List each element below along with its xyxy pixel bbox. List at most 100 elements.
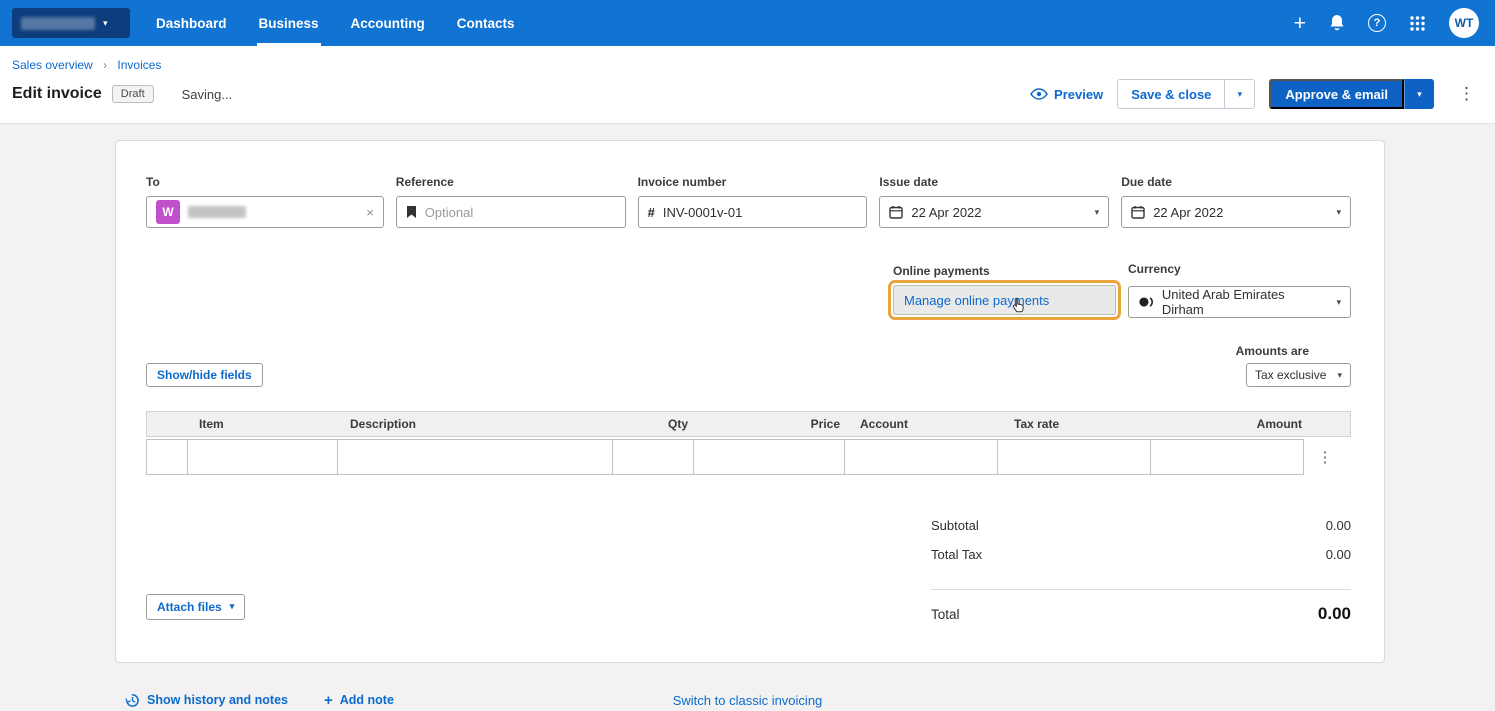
breadcrumb: Sales overview › Invoices	[12, 58, 1479, 72]
calendar-icon	[1131, 206, 1145, 219]
avatar[interactable]: WT	[1449, 8, 1479, 38]
notifications-bell-icon[interactable]	[1329, 14, 1345, 32]
chevron-down-icon: ▾	[1417, 88, 1422, 99]
column-header-qty: Qty	[667, 417, 688, 431]
row-tax-rate-input[interactable]	[997, 439, 1151, 475]
attach-files-button[interactable]: Attach files ▾	[146, 593, 246, 620]
column-header-price: Price	[810, 417, 840, 431]
chevron-down-icon[interactable]: ▾	[1336, 207, 1341, 218]
row-account-input[interactable]	[844, 439, 998, 475]
remove-contact-icon[interactable]: ×	[366, 205, 374, 220]
row-amount-input[interactable]	[1150, 439, 1304, 475]
tax-mode-select[interactable]: Tax exclusive ▾	[1246, 363, 1351, 387]
top-navigation: ▾ Dashboard Business Accounting Contacts…	[0, 0, 1495, 46]
page-title: Edit invoice	[12, 85, 102, 102]
save-close-dropdown-button[interactable]: ▾	[1225, 79, 1256, 109]
nav-contacts[interactable]: Contacts	[455, 0, 517, 46]
chevron-down-icon[interactable]: ▾	[1336, 297, 1341, 308]
row-item-input[interactable]	[187, 439, 338, 475]
approve-email-dropdown-button[interactable]: ▾	[1404, 79, 1434, 109]
row-qty-input[interactable]	[612, 439, 694, 475]
currency-coin-icon	[1139, 297, 1153, 307]
add-note-link[interactable]: + Add note	[324, 692, 394, 709]
create-new-icon[interactable]: +	[1294, 13, 1306, 34]
to-field-group: To W ×	[146, 175, 384, 228]
approve-email-button[interactable]: Approve & email	[1269, 79, 1404, 109]
issue-date-label: Issue date	[879, 175, 939, 189]
row-drag-handle-cell[interactable]	[146, 439, 188, 475]
chevron-down-icon: ▾	[229, 601, 235, 611]
due-date-value: 22 Apr 2022	[1153, 204, 1224, 220]
due-date-label: Due date	[1121, 175, 1172, 189]
invoice-form-card: To W × Reference Optional Invoice number	[115, 140, 1385, 663]
save-close-split-button: Save & close ▾	[1117, 79, 1256, 109]
invoice-edit-content: To W × Reference Optional Invoice number	[0, 124, 1495, 711]
save-close-button[interactable]: Save & close	[1117, 79, 1226, 109]
currency-select[interactable]: United Arab Emirates Dirham ▾	[1128, 286, 1351, 318]
online-payments-label: Online payments	[893, 264, 990, 278]
breadcrumb-separator: ›	[103, 58, 108, 72]
subtotal-label: Subtotal	[931, 518, 979, 533]
reference-input[interactable]: Optional	[395, 196, 626, 228]
total-label: Total	[931, 606, 960, 622]
status-badge: Draft	[111, 85, 154, 103]
help-icon[interactable]: ?	[1368, 14, 1386, 32]
page-header: Sales overview › Invoices Edit invoice D…	[0, 46, 1495, 124]
total-value: 0.00	[1317, 604, 1351, 623]
contact-input[interactable]: W ×	[146, 196, 384, 228]
add-note-label: Add note	[339, 693, 394, 707]
column-header-tax-rate: Tax rate	[1014, 417, 1060, 431]
line-items-table: Item Description Qty Price Account Tax r…	[146, 411, 1351, 475]
show-history-label: Show history and notes	[147, 693, 288, 707]
invoice-number-label: Invoice number	[637, 175, 727, 189]
manage-online-payments-label: Manage online payments	[904, 292, 1050, 308]
chevron-down-icon[interactable]: ▾	[1095, 207, 1100, 218]
calendar-icon	[889, 206, 904, 219]
bookmark-icon	[406, 206, 416, 218]
tax-mode-value: Tax exclusive	[1255, 368, 1327, 382]
switch-classic-invoicing-link[interactable]: Switch to classic invoicing	[673, 693, 823, 708]
question-glyph: ?	[1373, 17, 1381, 29]
contact-name-redacted	[188, 206, 246, 218]
nav-utilities: + ? WT	[1294, 8, 1479, 38]
total-tax-label: Total Tax	[931, 547, 983, 562]
breadcrumb-sales-overview[interactable]: Sales overview	[12, 58, 93, 72]
row-spacer	[146, 262, 881, 320]
totals-summary: Subtotal 0.00 Total Tax 0.00	[931, 511, 1351, 569]
row-options-kebab-icon[interactable]: ⋮	[1304, 439, 1346, 475]
due-date-input[interactable]: 22 Apr 2022 ▾	[1121, 196, 1351, 228]
reference-label: Reference	[395, 175, 454, 189]
hash-icon: #	[647, 204, 655, 220]
total-tax-row: Total Tax 0.00	[931, 540, 1351, 569]
apps-grid-icon[interactable]	[1409, 15, 1426, 32]
total-tax-value: 0.00	[1325, 547, 1351, 562]
breadcrumb-invoices[interactable]: Invoices	[117, 58, 161, 72]
issue-date-input[interactable]: 22 Apr 2022 ▾	[879, 196, 1110, 228]
column-header-amount: Amount	[1256, 417, 1302, 431]
nav-accounting[interactable]: Accounting	[349, 0, 427, 46]
show-hide-fields-button[interactable]: Show/hide fields	[146, 363, 263, 387]
show-history-link[interactable]: Show history and notes	[125, 693, 288, 708]
invoice-number-input[interactable]: # INV-0001v-01	[637, 196, 868, 228]
nav-business[interactable]: Business	[257, 0, 321, 46]
grand-total-row: Total 0.00	[931, 589, 1351, 624]
org-switcher[interactable]: ▾	[12, 8, 130, 38]
org-name-redacted	[21, 16, 95, 30]
invoice-number-field-group: Invoice number # INV-0001v-01	[637, 175, 868, 228]
chevron-down-icon: ▾	[103, 17, 108, 28]
chevron-down-icon: ▾	[1237, 88, 1243, 99]
currency-field-group: Currency United Arab Emirates Dirham ▾	[1128, 262, 1351, 320]
bell-icon	[1330, 15, 1344, 31]
column-header-description: Description	[350, 417, 417, 431]
nav-dashboard[interactable]: Dashboard	[154, 0, 229, 46]
amounts-are-group: Amounts are Tax exclusive ▾	[1236, 344, 1351, 387]
row-price-input[interactable]	[693, 439, 845, 475]
reference-field-group: Reference Optional	[395, 175, 626, 228]
contact-avatar: W	[156, 200, 180, 224]
preview-button[interactable]: Preview	[1030, 87, 1103, 102]
more-options-kebab-icon[interactable]: ⋮	[1454, 84, 1479, 104]
manage-online-payments-button[interactable]: Manage online payments	[893, 285, 1116, 315]
row-description-input[interactable]	[337, 439, 613, 475]
issue-date-field-group: Issue date 22 Apr 2022 ▾	[879, 175, 1110, 228]
amounts-are-label: Amounts are	[1235, 344, 1309, 358]
